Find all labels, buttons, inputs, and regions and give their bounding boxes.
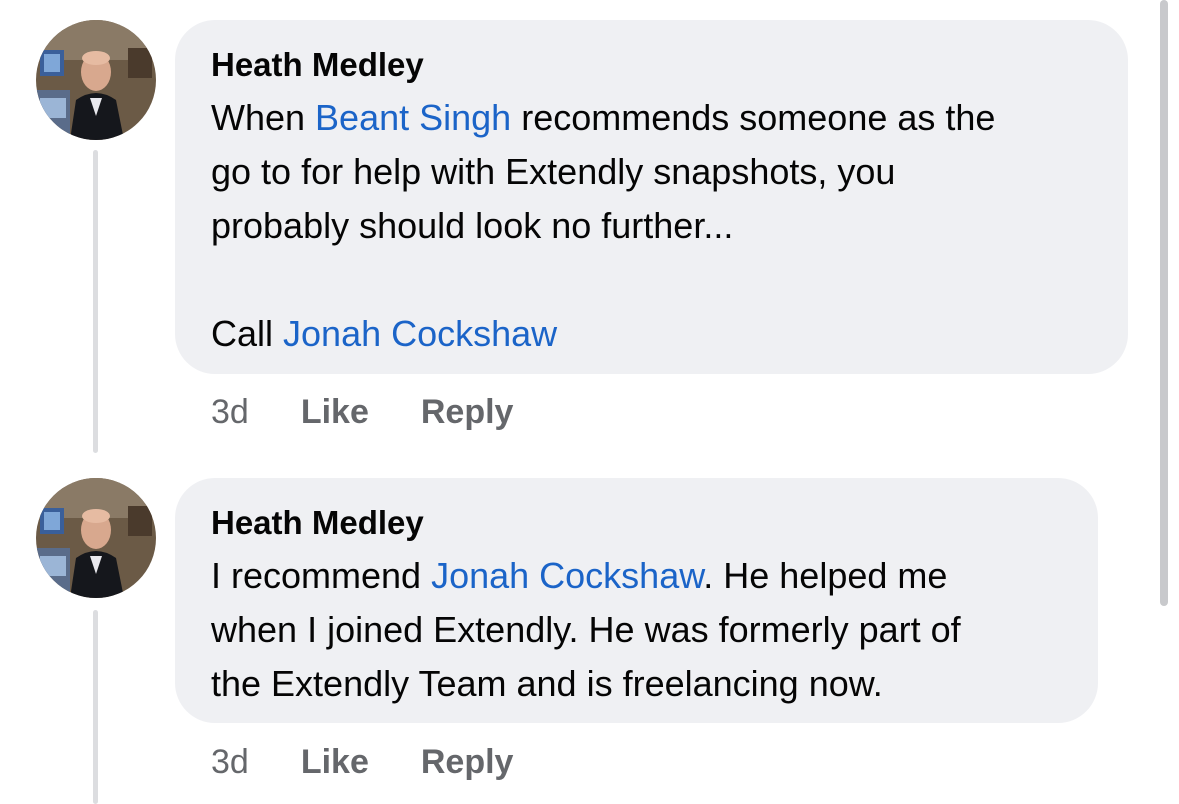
comment-actions: 3d Like Reply: [211, 390, 513, 434]
comment-timestamp[interactable]: 3d: [211, 743, 249, 782]
thread-line: [93, 610, 98, 804]
avatar[interactable]: [36, 478, 156, 598]
comment-line: when I joined Extendly. He was formerly …: [211, 609, 961, 650]
like-button[interactable]: Like: [301, 743, 369, 782]
avatar[interactable]: [36, 20, 156, 140]
comment-bubble: Heath Medley When Beant Singh recommends…: [175, 20, 1128, 374]
mention-link[interactable]: Jonah Cockshaw: [283, 313, 557, 354]
comment-line: When Beant Singh recommends someone as t…: [211, 97, 996, 138]
scrollbar[interactable]: [1160, 0, 1168, 606]
comment-line: the Extendly Team and is freelancing now…: [211, 663, 883, 704]
thread-line: [93, 150, 98, 453]
comment-line: [211, 253, 1128, 307]
comment-line: go to for help with Extendly snapshots, …: [211, 151, 896, 192]
mention-link[interactable]: Jonah Cockshaw: [431, 555, 703, 596]
comment-actions: 3d Like Reply: [211, 740, 513, 784]
comment-line: Call Jonah Cockshaw: [211, 313, 558, 354]
comment-line: I recommend Jonah Cockshaw. He helped me: [211, 555, 948, 596]
reply-button[interactable]: Reply: [421, 743, 514, 782]
comment-bubble: Heath Medley I recommend Jonah Cockshaw.…: [175, 478, 1098, 723]
comment-timestamp[interactable]: 3d: [211, 393, 249, 432]
mention-link[interactable]: Beant Singh: [315, 97, 511, 138]
comment-author[interactable]: Heath Medley: [211, 505, 1098, 541]
comment-line: probably should look no further...: [211, 205, 734, 246]
comment-author[interactable]: Heath Medley: [211, 47, 1128, 83]
reply-button[interactable]: Reply: [421, 393, 514, 432]
like-button[interactable]: Like: [301, 393, 369, 432]
comment-thread: Heath Medley When Beant Singh recommends…: [0, 0, 1179, 804]
